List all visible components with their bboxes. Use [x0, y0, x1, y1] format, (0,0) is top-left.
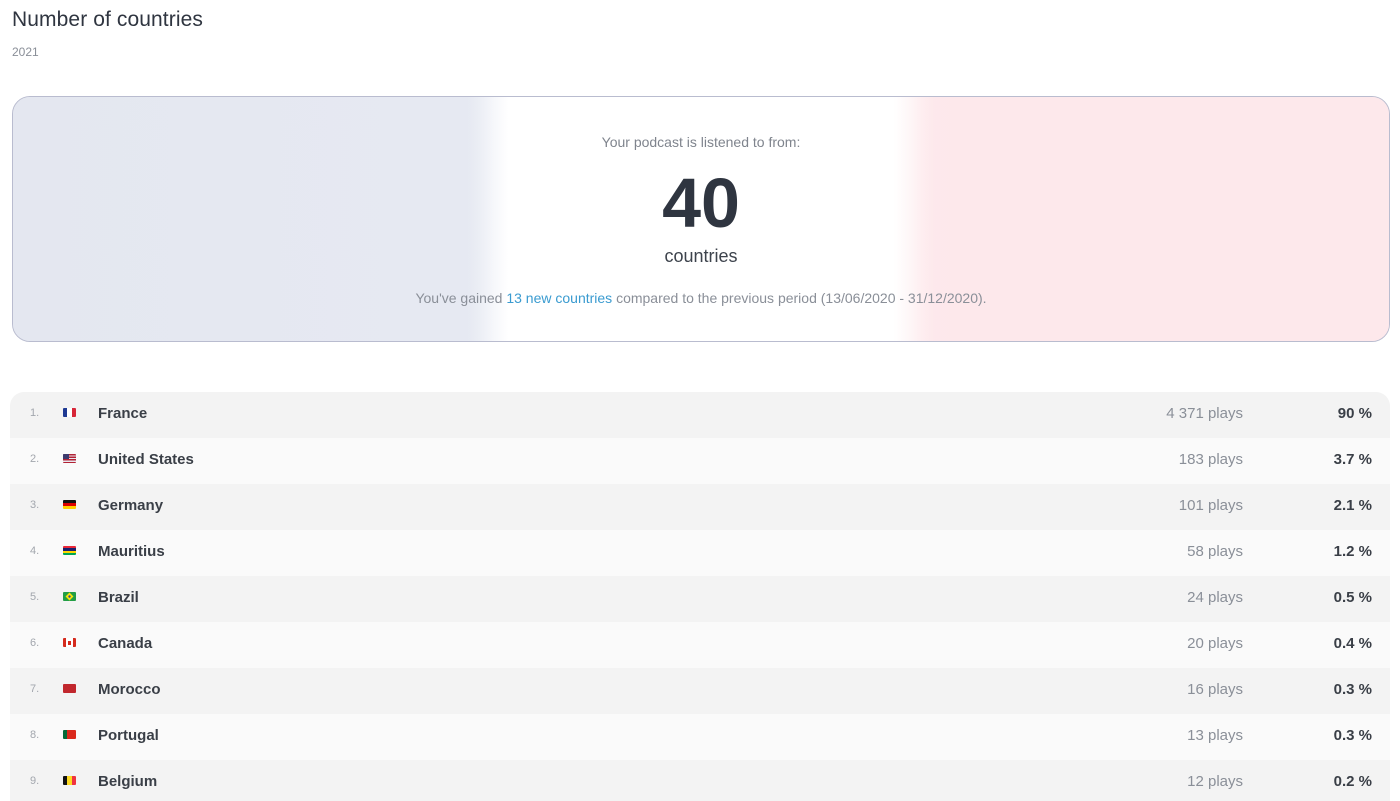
country-count: 40	[662, 164, 740, 242]
gained-suffix: compared to the previous period (13/06/2…	[612, 290, 987, 306]
flag-icon	[63, 454, 76, 463]
flag-icon	[63, 546, 76, 555]
table-row[interactable]: 8. Portugal 13 plays 0.3 %	[10, 714, 1390, 760]
play-count: 13 plays	[1187, 727, 1243, 744]
listened-label: Your podcast is listened to from:	[601, 134, 801, 150]
summary-card: Your podcast is listened to from: 40 cou…	[12, 96, 1390, 342]
table-row[interactable]: 2. United States 183 plays 3.7 %	[10, 438, 1390, 484]
table-row[interactable]: 4. Mauritius 58 plays 1.2 %	[10, 530, 1390, 576]
row-rank: 2.	[30, 453, 40, 465]
row-rank: 4.	[30, 545, 40, 557]
flag-icon	[63, 730, 76, 739]
play-percentage: 0.2 %	[1333, 773, 1372, 790]
play-percentage: 0.3 %	[1333, 727, 1372, 744]
country-name: Morocco	[98, 681, 161, 698]
play-count: 16 plays	[1187, 681, 1243, 698]
country-name: Mauritius	[98, 543, 165, 560]
flag-icon	[63, 638, 76, 647]
row-rank: 7.	[30, 683, 40, 695]
table-row[interactable]: 3. Germany 101 plays 2.1 %	[10, 484, 1390, 530]
play-percentage: 3.7 %	[1333, 451, 1372, 468]
page-title: Number of countries	[12, 8, 203, 31]
country-table: 1. France 4 371 plays 90 % 2. United States 18…	[10, 392, 1390, 801]
play-count: 12 plays	[1187, 773, 1243, 790]
flag-icon	[63, 408, 76, 417]
play-percentage: 0.3 %	[1333, 681, 1372, 698]
summary-content: Your podcast is listened to from: 40 cou…	[13, 97, 1389, 341]
play-count: 101 plays	[1178, 497, 1243, 514]
new-countries-link[interactable]: 13 new countries	[506, 290, 612, 306]
row-rank: 1.	[30, 407, 40, 419]
country-name: Germany	[98, 497, 164, 514]
play-percentage: 1.2 %	[1333, 543, 1372, 560]
flag-icon	[63, 500, 76, 509]
country-name: Portugal	[98, 727, 159, 744]
table-row[interactable]: 5. Brazil 24 plays 0.5 %	[10, 576, 1390, 622]
row-rank: 8.	[30, 729, 40, 741]
flag-icon	[63, 776, 76, 785]
country-count-unit: countries	[664, 246, 738, 266]
play-count: 58 plays	[1187, 543, 1243, 560]
play-count: 20 plays	[1187, 635, 1243, 652]
flag-icon	[63, 684, 76, 693]
country-stats-page: Number of countries 2021 Your podcast is…	[0, 0, 1400, 801]
play-count: 183 plays	[1178, 451, 1243, 468]
row-rank: 5.	[30, 591, 40, 603]
play-percentage: 90 %	[1337, 405, 1372, 422]
flag-icon	[63, 592, 76, 601]
table-row[interactable]: 1. France 4 371 plays 90 %	[10, 392, 1390, 438]
table-row[interactable]: 9. Belgium 12 plays 0.2 %	[10, 760, 1390, 801]
year-label: 2021	[12, 45, 39, 59]
country-name: United States	[98, 451, 194, 468]
row-rank: 9.	[30, 775, 40, 787]
play-percentage: 2.1 %	[1333, 497, 1372, 514]
gained-prefix: You've gained	[415, 290, 507, 306]
row-rank: 6.	[30, 637, 40, 649]
country-name: Belgium	[98, 773, 158, 790]
play-count: 4 371 plays	[1166, 405, 1243, 422]
play-count: 24 plays	[1187, 589, 1243, 606]
gained-text: You've gained 13 new countries compared …	[13, 290, 1389, 306]
country-name: Canada	[98, 635, 153, 652]
table-row[interactable]: 7. Morocco 16 plays 0.3 %	[10, 668, 1390, 714]
row-rank: 3.	[30, 499, 40, 511]
table-row[interactable]: 6. Canada 20 plays 0.4 %	[10, 622, 1390, 668]
country-name: France	[98, 405, 148, 422]
country-name: Brazil	[98, 589, 139, 606]
play-percentage: 0.5 %	[1333, 589, 1372, 606]
play-percentage: 0.4 %	[1333, 635, 1372, 652]
header: Number of countries 2021	[12, 8, 203, 59]
